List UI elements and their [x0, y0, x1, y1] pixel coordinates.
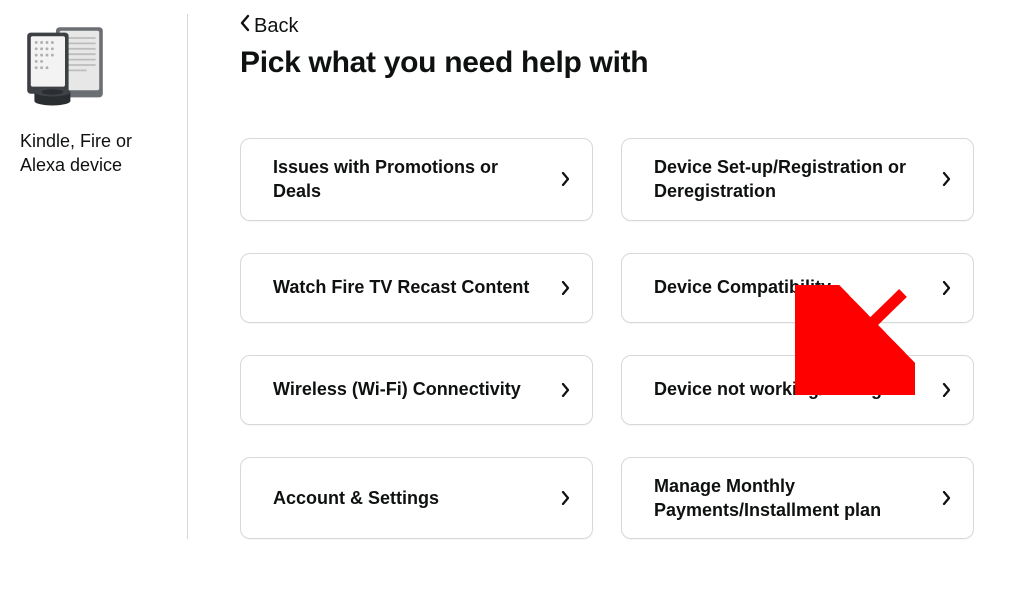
option-label: Issues with Promotions or Deals: [273, 155, 561, 204]
option-label: Account & Settings: [273, 486, 453, 510]
sidebar-device-label: Kindle, Fire or Alexa device: [20, 129, 169, 178]
option-device-setup-registration[interactable]: Device Set-up/Registration or Deregistra…: [621, 138, 974, 221]
options-grid: Issues with Promotions or Deals Device S…: [240, 138, 1021, 539]
back-label: Back: [254, 15, 298, 38]
option-fire-tv-recast[interactable]: Watch Fire TV Recast Content: [240, 253, 593, 323]
main-content: Back Pick what you need help with Issues…: [188, 14, 1021, 539]
chevron-left-icon: [238, 14, 252, 38]
option-account-settings[interactable]: Account & Settings: [240, 457, 593, 540]
chevron-right-icon: [561, 172, 570, 186]
option-manage-monthly-payments[interactable]: Manage Monthly Payments/Installment plan: [621, 457, 974, 540]
chevron-right-icon: [561, 491, 570, 505]
option-label: Watch Fire TV Recast Content: [273, 275, 543, 299]
option-label: Device Set-up/Registration or Deregistra…: [654, 155, 942, 204]
chevron-right-icon: [561, 281, 570, 295]
device-illustration: [20, 20, 169, 125]
sidebar: Kindle, Fire or Alexa device: [20, 14, 188, 539]
option-label: Wireless (Wi-Fi) Connectivity: [273, 377, 535, 401]
option-label: Device Compatibility: [654, 275, 845, 299]
chevron-right-icon: [561, 383, 570, 397]
option-device-compatibility[interactable]: Device Compatibility: [621, 253, 974, 323]
chevron-right-icon: [942, 281, 951, 295]
chevron-right-icon: [942, 172, 951, 186]
page-title: Pick what you need help with: [240, 46, 1021, 80]
option-promotions-deals[interactable]: Issues with Promotions or Deals: [240, 138, 593, 221]
option-device-not-working[interactable]: Device not working/damaged: [621, 355, 974, 425]
option-label: Manage Monthly Payments/Installment plan: [654, 474, 942, 523]
chevron-right-icon: [942, 383, 951, 397]
option-label: Device not working/damaged: [654, 377, 917, 401]
page-container: Kindle, Fire or Alexa device Back Pick w…: [0, 0, 1021, 539]
option-wireless-wifi[interactable]: Wireless (Wi-Fi) Connectivity: [240, 355, 593, 425]
chevron-right-icon: [942, 491, 951, 505]
back-button[interactable]: Back: [238, 14, 298, 38]
